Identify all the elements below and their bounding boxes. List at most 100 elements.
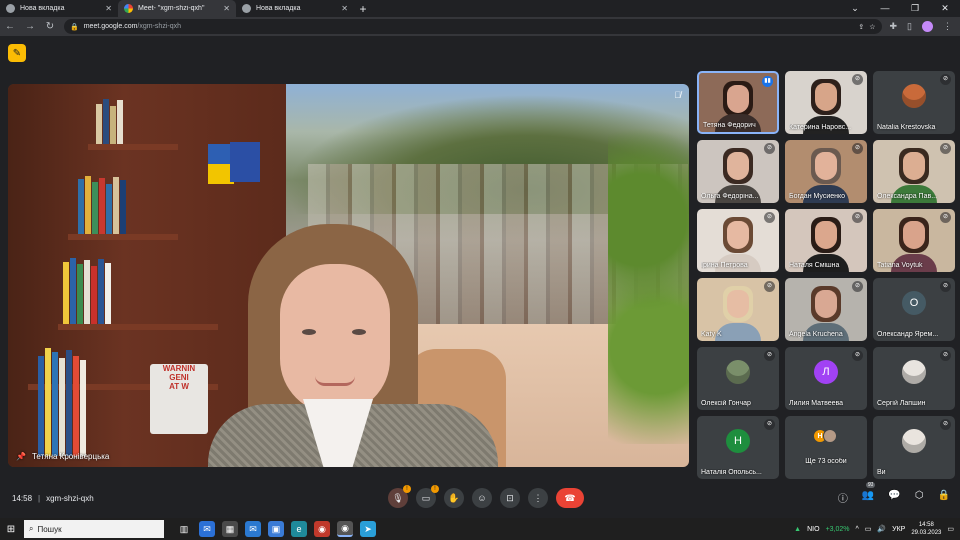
volume-icon[interactable]: 🔊 — [877, 525, 886, 533]
leave-call-button[interactable]: ☎ — [556, 488, 584, 508]
activities-icon[interactable]: ✎ — [8, 44, 26, 62]
mic-muted-icon: ⊘ — [940, 419, 951, 430]
extensions-icon[interactable]: ✚ — [890, 21, 898, 32]
participant-tile[interactable]: ⊘ Angela Kruchena — [785, 278, 867, 341]
people-icon[interactable]: 👥 91 — [862, 482, 876, 505]
browser-tab-active[interactable]: Meet- "xgm-shzi-qxh" ✕ — [118, 0, 236, 17]
notifications-icon[interactable]: ▭ — [947, 525, 954, 533]
photos-app-icon[interactable]: ▣ — [268, 521, 284, 537]
tab-title: Meet- "xgm-shzi-qxh" — [138, 5, 205, 12]
tray-chevron-icon[interactable]: ^ — [856, 526, 859, 533]
participant-tile[interactable]: ⊘ Наталя Смішна — [785, 209, 867, 272]
participant-face — [815, 221, 837, 249]
participant-tile[interactable]: ⊘ Олександра Пав... — [873, 140, 955, 203]
participant-tile[interactable]: О ⊘ Олександр Ярем... — [873, 278, 955, 341]
participant-tile[interactable]: ⊘ Katy K — [697, 278, 779, 341]
share-icon[interactable]: ⇪ — [858, 23, 864, 31]
participant-tile[interactable]: ⊘ Сергій Лапшин — [873, 347, 955, 410]
more-vert-icon[interactable]: ⋮ — [943, 21, 952, 32]
eu-flag — [230, 142, 260, 182]
participant-face — [727, 152, 749, 180]
participant-tile[interactable]: ⊘ Ви — [873, 416, 955, 479]
url-host: meet.google.com — [83, 23, 138, 30]
browser-tab[interactable]: Нова вкладка ✕ — [0, 0, 118, 17]
participant-tile[interactable]: Н Ще 73 особи — [785, 416, 867, 479]
participant-face — [815, 83, 837, 111]
participant-initial-avatar: Н — [726, 429, 750, 454]
mic-muted-icon: 🎙̸ — [674, 90, 681, 100]
present-screen-button[interactable]: ⊡ — [500, 488, 520, 508]
mail-app-icon[interactable]: ✉ — [199, 521, 215, 537]
window-controls: ⌄ — ❐ ✕ — [840, 0, 960, 17]
lock-icon[interactable]: 🔒 — [70, 23, 79, 31]
activities-shapes-icon[interactable]: ⬡ — [915, 490, 924, 505]
raise-hand-button[interactable]: ✋ — [444, 488, 464, 508]
task-view-icon[interactable]: ▥ — [176, 521, 192, 537]
clock-time: 14:58 — [918, 522, 934, 528]
minimize-icon[interactable]: — — [870, 0, 900, 17]
mic-muted-icon: ⊘ — [852, 350, 863, 361]
chat-icon[interactable]: 💬 — [888, 490, 900, 505]
side-panel-icon[interactable]: ▯ — [907, 21, 912, 32]
participant-tile[interactable]: ⊘ Natalia Krestovska — [873, 71, 955, 134]
participant-tile[interactable]: ⊘ Ірина Петрова — [697, 209, 779, 272]
reload-icon[interactable]: ↻ — [44, 21, 56, 32]
store-app-icon[interactable]: ▦ — [222, 521, 238, 537]
mic-muted-icon: ⊘ — [764, 350, 775, 361]
meeting-side-controls: ⓘ 👥 91 💬 ⬡ 🔒 — [838, 482, 950, 505]
url-field[interactable]: 🔒 meet.google.com/xgm-shzi-qxh ⇪ ☆ — [64, 19, 882, 34]
participant-photo-avatar — [823, 429, 837, 443]
participant-tile[interactable]: Н ⊘ Наталія Опольсь... — [697, 416, 779, 479]
language-indicator[interactable]: УКР — [892, 526, 905, 533]
more-options-button[interactable]: ⋮ — [528, 488, 548, 508]
bookmark-star-icon[interactable]: ☆ — [869, 23, 875, 31]
participant-name: Angela Kruchena — [789, 331, 843, 338]
participant-initial-avatar: Л — [814, 360, 838, 385]
participant-tile[interactable]: ⊘ Богдан Мусиенко — [785, 140, 867, 203]
mic-toggle-button[interactable]: 🎙! — [388, 485, 411, 508]
chrome-active-window-icon[interactable]: ◉ — [337, 521, 353, 537]
close-icon[interactable]: ✕ — [341, 4, 348, 13]
participant-tile[interactable]: Л ⊘ Лилия Матвеева — [785, 347, 867, 410]
participant-tile[interactable]: ⊘ Катерина Наровс... — [785, 71, 867, 134]
pin-icon[interactable]: 📌 — [16, 452, 26, 461]
chrome-browser-icon[interactable]: ◉ — [314, 521, 330, 537]
edge-browser-icon[interactable]: e — [291, 521, 307, 537]
taskbar-search-placeholder: Пошук — [37, 524, 62, 534]
tab-title: Нова вкладка — [256, 5, 301, 12]
main-speaker-video[interactable]: WARNIN GENI AT W 🎙̸ 📌 Тетяна Кроніверцьк… — [8, 84, 689, 467]
windows-start-icon[interactable]: ⊞ — [0, 524, 22, 535]
host-controls-lock-icon[interactable]: 🔒 — [938, 490, 950, 505]
stock-name[interactable]: NIO — [807, 526, 819, 533]
back-arrow-icon[interactable]: ← — [4, 21, 16, 32]
close-window-icon[interactable]: ✕ — [930, 0, 960, 17]
more-participants-avatars: Н — [813, 429, 837, 443]
taskbar-search-box[interactable]: ⌕ Пошук — [24, 520, 164, 538]
meeting-separator: | — [38, 494, 41, 503]
participant-tile[interactable]: ⊘ Олексій Гончар — [697, 347, 779, 410]
plant — [608, 124, 689, 444]
participant-tile[interactable]: ⊘ Ольга Федоріна... — [697, 140, 779, 203]
browser-tab[interactable]: Нова вкладка ✕ — [236, 0, 354, 17]
mic-muted-icon: ⊘ — [764, 212, 775, 223]
maximize-icon[interactable]: ❐ — [900, 0, 930, 17]
telegram-app-icon[interactable]: ➤ — [360, 521, 376, 537]
taskbar-clock[interactable]: 14:58 29.03.2023 — [911, 521, 941, 537]
tab-search-chevron-icon[interactable]: ⌄ — [840, 0, 870, 17]
network-icon[interactable]: ▭ — [865, 525, 872, 533]
meeting-details-info-icon[interactable]: ⓘ — [838, 490, 848, 505]
participant-name: Олексій Гончар — [701, 400, 751, 407]
mail-app-icon-2[interactable]: ✉ — [245, 521, 261, 537]
emoji-reaction-button[interactable]: ☺ — [472, 488, 492, 508]
url-path: /xgm-shzi-qxh — [137, 23, 181, 30]
profile-avatar-icon[interactable] — [922, 21, 933, 32]
close-icon[interactable]: ✕ — [105, 4, 112, 13]
speaking-indicator-icon: ▮▮ — [762, 76, 773, 87]
new-tab-button[interactable]: + — [354, 0, 372, 17]
participant-tile[interactable]: ▮▮ Тетяна Федорич — [697, 71, 779, 134]
close-icon[interactable]: ✕ — [223, 4, 230, 13]
forward-arrow-icon[interactable]: → — [24, 21, 36, 32]
participant-tile[interactable]: ⊘ Tatiana Voytuk — [873, 209, 955, 272]
chrome-tab-icon — [6, 4, 15, 13]
camera-toggle-button[interactable]: ▭! — [416, 485, 439, 508]
